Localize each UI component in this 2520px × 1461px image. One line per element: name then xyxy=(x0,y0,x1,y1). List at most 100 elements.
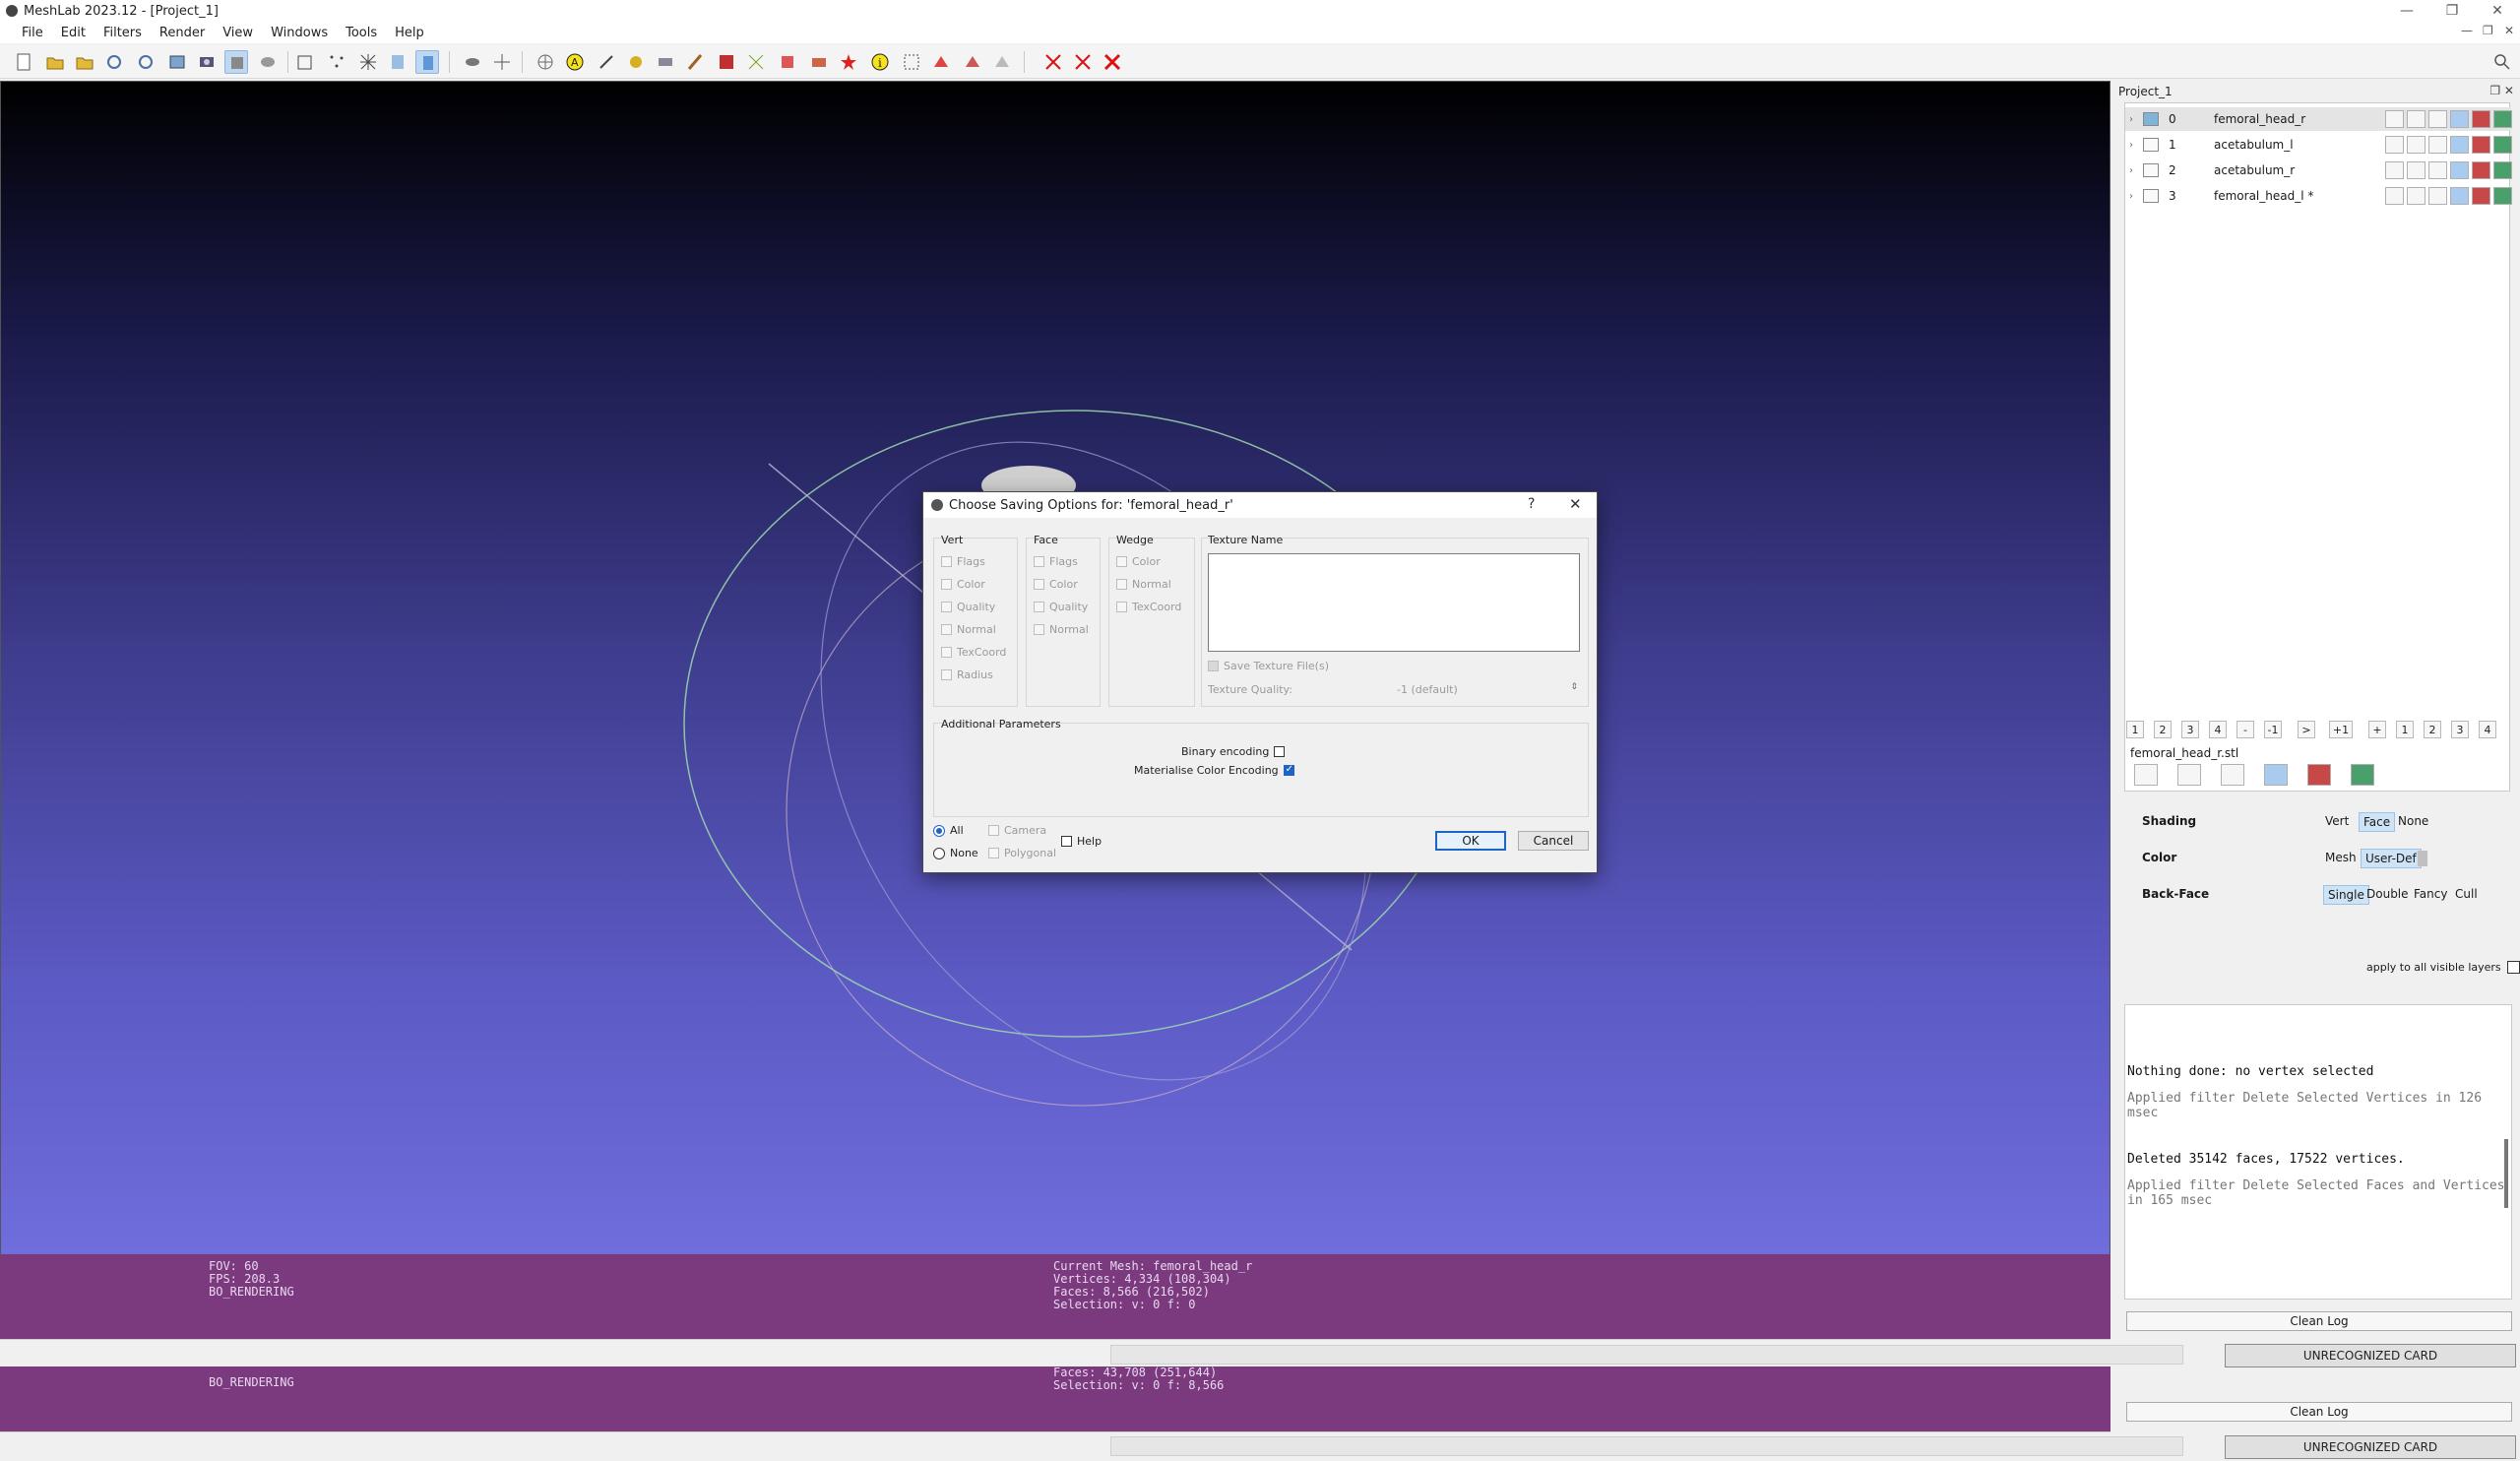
binary-encoding-checkbox[interactable]: Binary encoding xyxy=(1181,745,1286,758)
view-button[interactable]: > xyxy=(2298,721,2315,738)
select-connected-icon[interactable] xyxy=(807,50,831,74)
bbox-toggle-icon[interactable] xyxy=(2385,136,2404,154)
delete-vertices-icon[interactable] xyxy=(1041,50,1065,74)
texture-quality-spinbox[interactable]: Texture Quality: -1 (default) ⇕ xyxy=(1208,682,1582,701)
texture-toggle-icon[interactable] xyxy=(2472,110,2490,128)
reload-all-icon[interactable] xyxy=(134,50,158,74)
restore-icon[interactable]: ❐ xyxy=(2429,0,2475,22)
select-toggle-icon[interactable] xyxy=(2493,136,2512,154)
visibility-toggle-icon[interactable] xyxy=(2143,163,2159,177)
ok-button[interactable]: OK xyxy=(1435,831,1506,851)
wireframe-icon[interactable] xyxy=(356,50,380,74)
unrecognized-card-button-2[interactable]: UNRECOGNIZED CARD xyxy=(2225,1435,2516,1459)
clean-log-button[interactable]: Clean Log xyxy=(2126,1311,2512,1331)
select-cross-icon[interactable] xyxy=(990,50,1014,74)
visibility-toggle-icon[interactable] xyxy=(2143,189,2159,203)
wedge-texcoord-checkbox[interactable]: TexCoord xyxy=(1116,601,1181,613)
mdi-close-icon[interactable]: ✕ xyxy=(2504,24,2514,37)
bbox-toggle-icon[interactable] xyxy=(2385,187,2404,205)
select-paint-icon[interactable] xyxy=(961,50,984,74)
bbox-mode-icon[interactable] xyxy=(2134,764,2158,786)
annotation-icon[interactable]: A xyxy=(563,50,587,74)
minimize-icon[interactable]: — xyxy=(2384,0,2429,22)
vert-normal-checkbox[interactable]: Normal xyxy=(941,623,996,636)
expand-arrow-icon[interactable]: › xyxy=(2129,165,2133,176)
selection-mode-icon[interactable] xyxy=(2351,764,2374,786)
cancel-button[interactable]: Cancel xyxy=(1518,831,1589,851)
delete-faces-icon[interactable] xyxy=(1071,50,1095,74)
shading-face-option[interactable]: Face xyxy=(2359,812,2396,832)
vert-quality-checkbox[interactable]: Quality xyxy=(941,601,995,613)
layer-row-2[interactable]: › 2 acetabulum_r xyxy=(2125,159,2512,182)
view-button[interactable]: 2 xyxy=(2424,721,2441,738)
layer-row-3[interactable]: › 3 femoral_head_l * xyxy=(2125,184,2512,208)
save-texture-checkbox[interactable]: Save Texture File(s) xyxy=(1208,660,1329,672)
search-icon[interactable] xyxy=(2490,50,2514,74)
points-icon[interactable] xyxy=(325,50,348,74)
face-flags-checkbox[interactable]: Flags xyxy=(1034,555,1078,568)
all-radio[interactable]: All xyxy=(933,824,964,837)
dialog-close-icon[interactable]: ✕ xyxy=(1569,495,1582,513)
expand-arrow-icon[interactable]: › xyxy=(2129,114,2133,125)
wire-toggle-icon[interactable] xyxy=(2428,136,2447,154)
menu-file[interactable]: File xyxy=(0,26,52,40)
bbox-toggle-icon[interactable] xyxy=(2385,161,2404,179)
select-faces-icon[interactable] xyxy=(776,50,799,74)
align-icon[interactable] xyxy=(654,50,677,74)
fill-toggle-icon[interactable] xyxy=(2450,110,2469,128)
smooth-shading-icon[interactable] xyxy=(415,50,439,74)
open-project-icon[interactable] xyxy=(43,50,67,74)
fill-mode-icon[interactable] xyxy=(2264,764,2288,786)
menu-filters[interactable]: Filters xyxy=(94,26,151,40)
points-toggle-icon[interactable] xyxy=(2407,187,2426,205)
apply-all-layers[interactable]: apply to all visible layers xyxy=(2366,961,2520,974)
measure-icon[interactable] xyxy=(595,50,618,74)
expand-arrow-icon[interactable]: › xyxy=(2129,191,2133,202)
layer-dialog-icon[interactable] xyxy=(224,50,248,74)
unrecognized-card-button[interactable]: UNRECOGNIZED CARD xyxy=(2225,1344,2516,1367)
dialog-help-icon[interactable]: ? xyxy=(1528,496,1535,512)
mdi-restore-icon[interactable]: ❐ xyxy=(2483,24,2493,37)
vert-color-checkbox[interactable]: Color xyxy=(941,578,985,591)
spinbox-arrows-icon[interactable]: ⇕ xyxy=(1570,682,1578,692)
texture-toggle-icon[interactable] xyxy=(2472,161,2490,179)
texture-paint-icon[interactable] xyxy=(715,50,738,74)
visibility-toggle-icon[interactable] xyxy=(2143,112,2159,126)
wedge-color-checkbox[interactable]: Color xyxy=(1116,555,1161,568)
points-toggle-icon[interactable] xyxy=(2407,161,2426,179)
wedge-normal-checkbox[interactable]: Normal xyxy=(1116,578,1171,591)
color-userdef-option[interactable]: User-Def xyxy=(2361,849,2422,868)
backface-cull-option[interactable]: Cull xyxy=(2451,885,2482,903)
apply-all-checkbox[interactable] xyxy=(2506,961,2520,974)
wire-mode-icon[interactable] xyxy=(2221,764,2244,786)
wire-toggle-icon[interactable] xyxy=(2428,110,2447,128)
snapshot-icon[interactable] xyxy=(195,50,219,74)
dock-float-close-icon[interactable]: ❐ ✕ xyxy=(2489,84,2514,97)
raster-icon[interactable] xyxy=(256,50,280,74)
view-button[interactable]: - xyxy=(2236,721,2254,738)
select-toggle-icon[interactable] xyxy=(2493,187,2512,205)
export-mesh-icon[interactable] xyxy=(165,50,189,74)
view-button[interactable]: + xyxy=(2368,721,2386,738)
layers-icon[interactable] xyxy=(461,50,484,74)
wire-toggle-icon[interactable] xyxy=(2428,161,2447,179)
select-vertices-icon[interactable] xyxy=(744,50,768,74)
select-toggle-icon[interactable] xyxy=(2493,110,2512,128)
log-scrollbar[interactable] xyxy=(2504,1139,2508,1208)
menu-help[interactable]: Help xyxy=(386,26,433,40)
texture-mode-icon[interactable] xyxy=(2307,764,2331,786)
face-quality-checkbox[interactable]: Quality xyxy=(1034,601,1088,613)
backface-fancy-option[interactable]: Fancy xyxy=(2410,885,2451,903)
help-checkbox[interactable]: Help xyxy=(1061,835,1102,848)
shading-vert-option[interactable]: Vert xyxy=(2321,812,2353,830)
bbox-icon[interactable] xyxy=(293,50,317,74)
vert-texcoord-checkbox[interactable]: TexCoord xyxy=(941,646,1006,659)
expand-arrow-icon[interactable]: › xyxy=(2129,140,2133,151)
materialise-color-checkbox[interactable]: Materialise Color Encoding xyxy=(1134,764,1294,777)
bbox-toggle-icon[interactable] xyxy=(2385,110,2404,128)
flat-shading-icon[interactable] xyxy=(386,50,410,74)
view-button[interactable]: 4 xyxy=(2209,721,2227,738)
vert-flags-checkbox[interactable]: Flags xyxy=(941,555,985,568)
import-mesh-icon[interactable] xyxy=(73,50,96,74)
points-mode-icon[interactable] xyxy=(2177,764,2201,786)
